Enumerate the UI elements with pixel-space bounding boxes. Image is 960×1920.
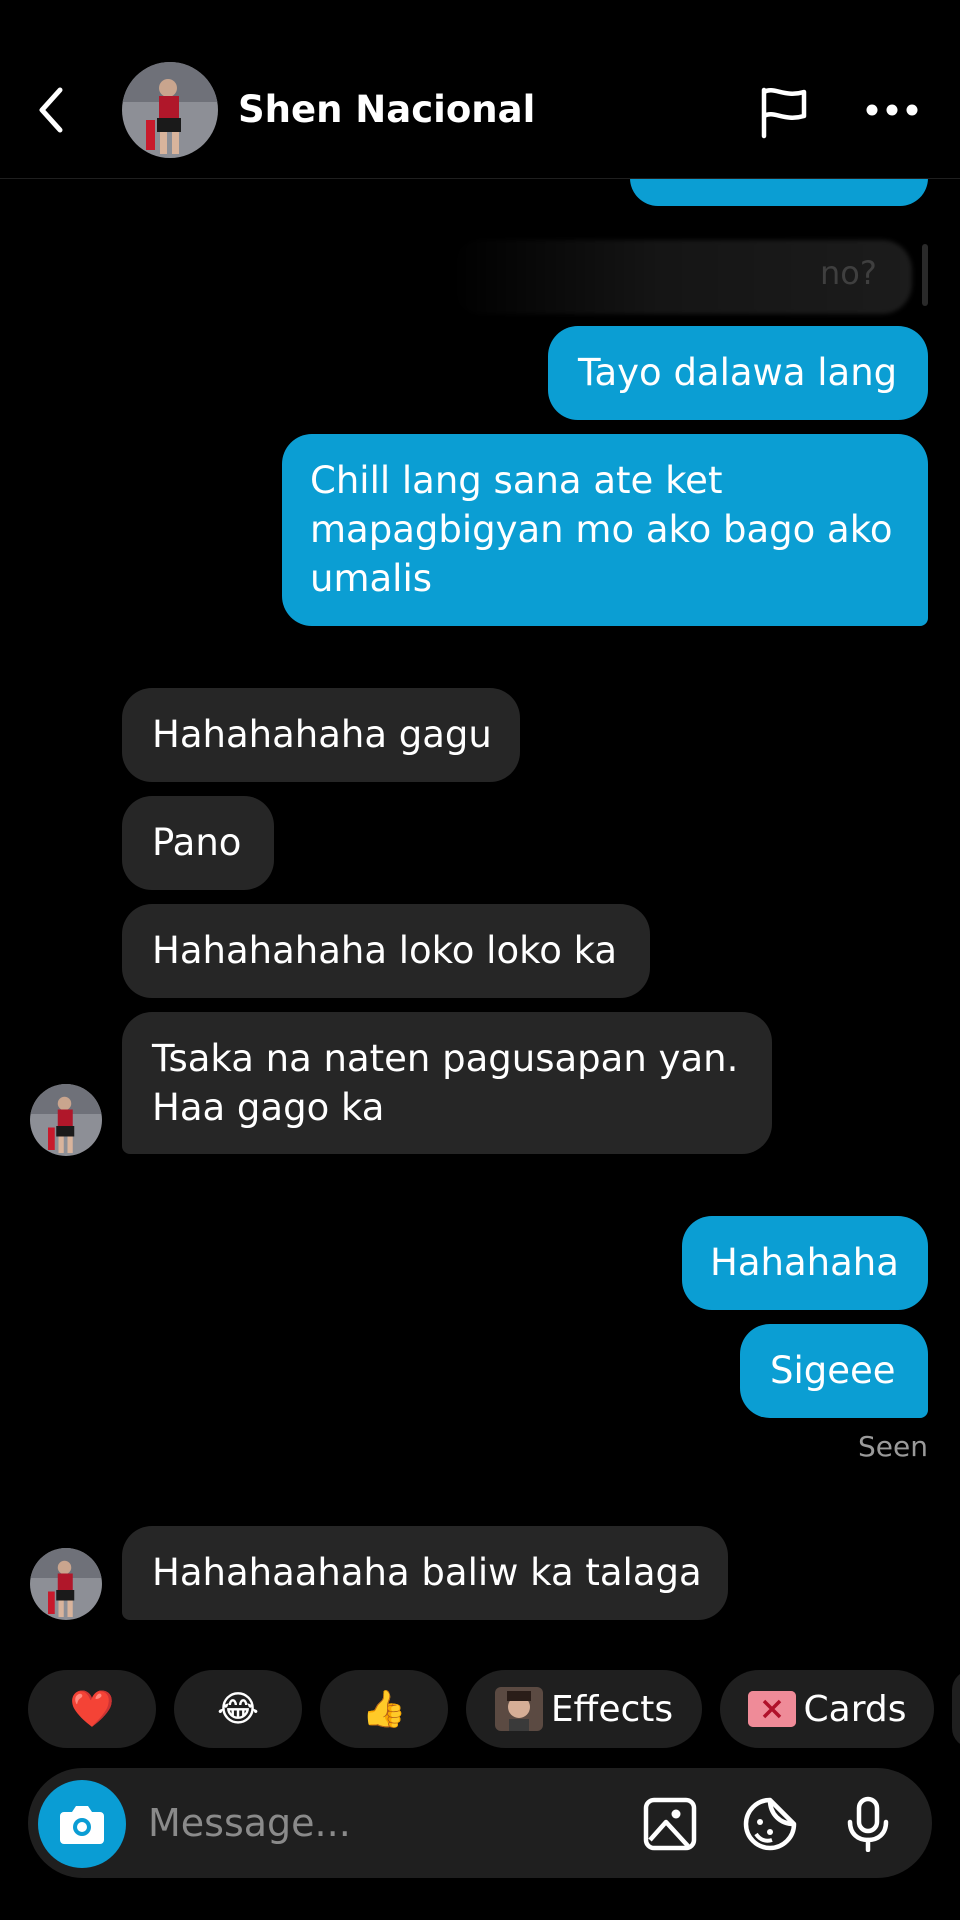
gallery-button[interactable]: [642, 1796, 698, 1852]
quick-reaction-heart[interactable]: ❤️: [28, 1670, 156, 1748]
heart-emoji: ❤️: [69, 1689, 115, 1730]
more-options-button[interactable]: [862, 96, 922, 124]
sender-avatar[interactable]: [30, 1084, 102, 1156]
message-incoming[interactable]: Hahahahaha loko loko ka: [122, 904, 650, 998]
thumbs-up-emoji: 👍: [361, 1689, 407, 1730]
message-composer: [28, 1768, 932, 1878]
camera-icon: [60, 1806, 104, 1844]
cards-label: Cards: [803, 1688, 907, 1730]
microphone-icon: [847, 1796, 889, 1853]
chat-header: Shen Nacional: [0, 0, 960, 179]
message-outgoing[interactable]: Hahahaha: [682, 1216, 928, 1310]
sender-avatar[interactable]: [30, 1548, 102, 1620]
message-text-line: umalis: [310, 557, 433, 600]
back-button[interactable]: [30, 82, 74, 138]
report-button[interactable]: [756, 84, 812, 140]
message-text-line: Tsaka na naten pagusapan yan.: [152, 1037, 739, 1080]
message-outgoing[interactable]: Sigeee: [740, 1324, 928, 1418]
message-incoming[interactable]: Tsaka na naten pagusapan yan. Haa gago k…: [122, 1012, 772, 1154]
more-reactions-pill[interactable]: [952, 1670, 960, 1748]
message-text: Hahahaha: [710, 1241, 899, 1284]
message-incoming[interactable]: Pano: [122, 796, 274, 890]
faded-message-text: no?: [820, 254, 877, 292]
effects-thumbnail-icon: [494, 1687, 543, 1731]
laughing-emoji: 😂: [216, 1688, 260, 1730]
message-text: Hahahahaha gagu: [152, 713, 492, 756]
quick-reaction-thumbs-up[interactable]: 👍: [320, 1670, 448, 1748]
faded-scroll-indicator: [922, 244, 928, 306]
back-chevron-icon: [39, 87, 63, 133]
voice-message-button[interactable]: [840, 1796, 896, 1853]
gift-card-icon: [747, 1691, 796, 1727]
message-text: Hahahahaha loko loko ka: [152, 929, 618, 972]
message-outgoing[interactable]: Tayo dalawa lang: [548, 326, 928, 420]
quick-reaction-laugh[interactable]: 😂: [174, 1670, 302, 1748]
seen-indicator: Seen: [858, 1430, 928, 1463]
message-text: Pano: [152, 821, 242, 864]
flag-icon: [761, 87, 807, 139]
message-input[interactable]: [148, 1796, 528, 1850]
camera-button[interactable]: [38, 1780, 126, 1868]
message-text: Tayo dalawa lang: [578, 351, 898, 394]
message-text-line: Haa gago ka: [152, 1086, 385, 1129]
message-text-line: mapagbigyan mo ako bago ako: [310, 508, 893, 551]
message-text: Hahahaahaha baliw ka talaga: [152, 1551, 702, 1594]
message-incoming[interactable]: Hahahahaha gagu: [122, 688, 520, 782]
message-text: Sigeee: [770, 1349, 896, 1392]
message-incoming[interactable]: Hahahaahaha baliw ka talaga: [122, 1526, 728, 1620]
message-outgoing[interactable]: Chill lang sana ate ket mapagbigyan mo a…: [282, 434, 928, 626]
contact-avatar[interactable]: [122, 62, 218, 158]
sticker-icon: [743, 1797, 797, 1851]
contact-name[interactable]: Shen Nacional: [238, 86, 535, 134]
cards-button[interactable]: Cards: [720, 1670, 934, 1748]
sticker-button[interactable]: [742, 1796, 798, 1852]
effects-button[interactable]: Effects: [466, 1670, 702, 1748]
more-icon: [866, 104, 918, 116]
message-text-line: Chill lang sana ate ket: [310, 459, 723, 502]
effects-label: Effects: [550, 1688, 674, 1730]
gallery-icon: [643, 1797, 697, 1851]
